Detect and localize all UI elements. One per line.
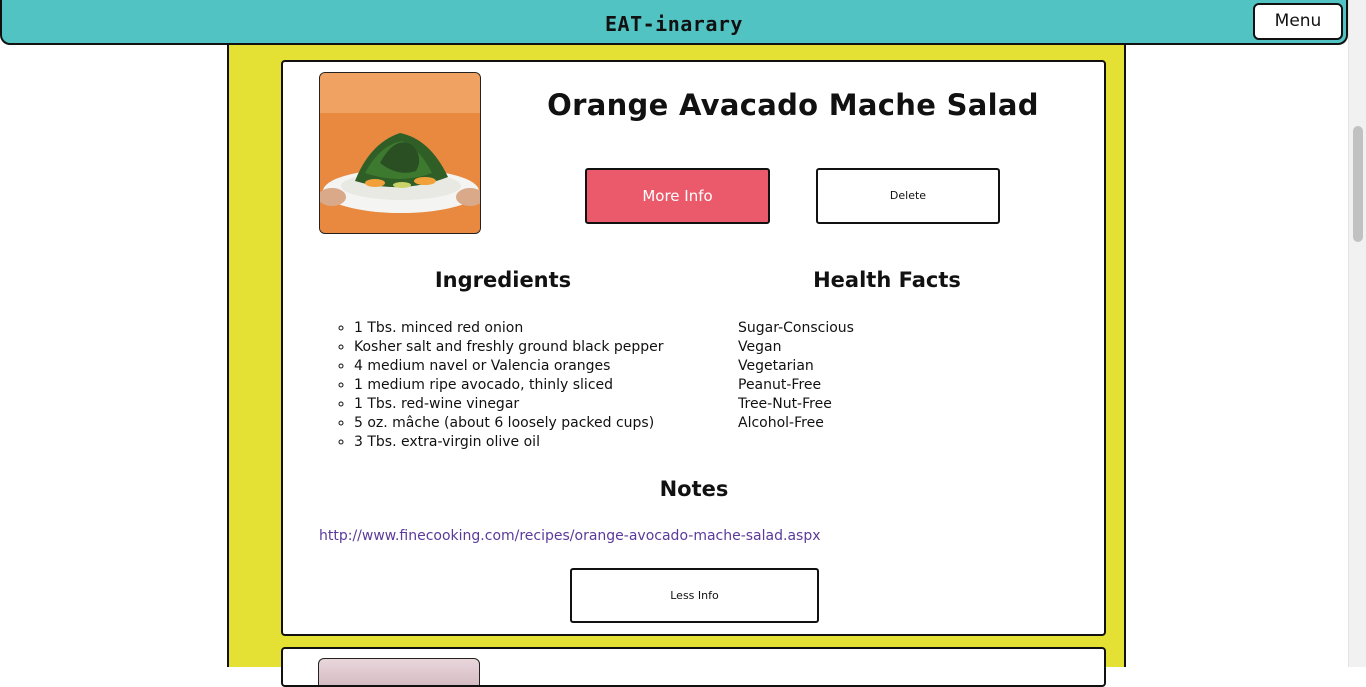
recipe-photo (319, 72, 481, 234)
list-item: Peanut-Free (738, 377, 822, 393)
list-item: 1 Tbs. minced red onion (354, 319, 664, 338)
menu-button[interactable]: Menu (1253, 3, 1343, 40)
top-header: EAT-inarary Menu (0, 0, 1348, 45)
app-title: EAT-inarary (605, 12, 743, 36)
list-item: Sugar-Conscious (738, 320, 854, 336)
more-info-button[interactable]: More Info (585, 168, 770, 224)
list-item: 4 medium navel or Valencia oranges (354, 357, 664, 376)
delete-button[interactable]: Delete (816, 168, 1000, 224)
ingredients-list: 1 Tbs. minced red onion Kosher salt and … (319, 319, 664, 452)
notes-heading: Notes (659, 477, 729, 501)
recipe-source-link[interactable]: http://www.finecooking.com/recipes/orang… (319, 528, 821, 544)
less-info-button[interactable]: Less Info (570, 568, 819, 623)
list-item: 3 Tbs. extra-virgin olive oil (354, 433, 664, 452)
list-item: 1 Tbs. red-wine vinegar (354, 395, 664, 414)
recipe-card: Orange Avacado Mache Salad More Info Del… (281, 60, 1106, 636)
health-facts-heading: Health Facts (813, 268, 961, 292)
list-item: Vegetarian (738, 358, 814, 374)
list-item: Kosher salt and freshly ground black pep… (354, 338, 664, 357)
next-recipe-card (281, 647, 1106, 687)
recipe-title: Orange Avacado Mache Salad (547, 88, 1039, 122)
next-recipe-photo (318, 658, 480, 685)
page-scrollbar[interactable] (1348, 0, 1366, 667)
list-item: 1 medium ripe avocado, thinly sliced (354, 376, 664, 395)
ingredients-heading: Ingredients (434, 268, 572, 292)
scrollbar-thumb[interactable] (1353, 126, 1363, 242)
list-item: Tree-Nut-Free (738, 396, 832, 412)
list-item: 5 oz. mâche (about 6 loosely packed cups… (354, 414, 664, 433)
salad-plate-image (320, 73, 480, 233)
health-facts-list: Sugar-Conscious Vegan Vegetarian Peanut-… (738, 319, 854, 433)
list-item: Alcohol-Free (738, 415, 824, 431)
list-item: Vegan (738, 339, 782, 355)
